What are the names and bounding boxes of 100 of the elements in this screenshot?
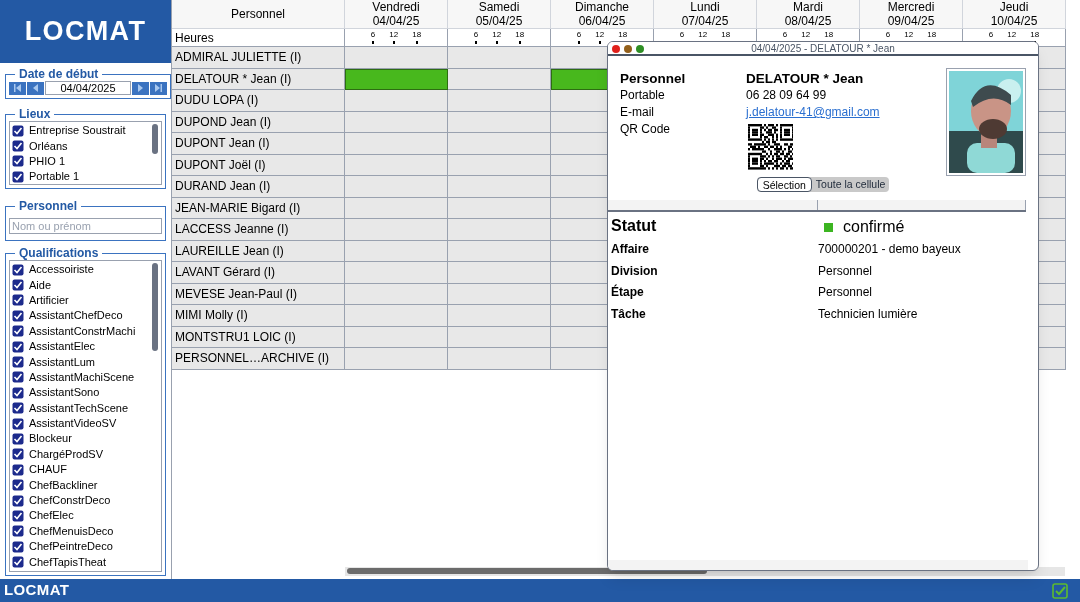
field-label: Portable [620, 87, 666, 104]
segment-tab[interactable]: Sélection [756, 177, 812, 192]
checkbox[interactable] [12, 525, 24, 538]
day-name: Mardi [793, 0, 823, 14]
close-icon[interactable] [612, 45, 620, 53]
window-title: 04/04/2025 - DELATOUR * Jean [751, 42, 895, 56]
checkbox[interactable] [12, 386, 24, 399]
first-arrow-icon [13, 84, 22, 92]
planning-cell[interactable] [345, 262, 448, 284]
hour-tick: 12 [1007, 30, 1017, 39]
day-name: Jeudi [999, 0, 1029, 14]
planning-cell[interactable] [448, 283, 551, 305]
hour-tick: 12 [389, 30, 399, 39]
planning-cell[interactable] [345, 197, 448, 219]
planning-cell[interactable] [345, 47, 448, 69]
hour-tick: 12 [801, 30, 811, 39]
scrollbar-track[interactable] [608, 560, 1028, 570]
checkbox[interactable] [12, 356, 24, 369]
hour-tick: 12 [595, 30, 605, 39]
segment-tab[interactable]: Toute la cellule [811, 177, 890, 192]
checkbox[interactable] [12, 448, 24, 461]
next-arrow-icon [136, 84, 145, 92]
planning-cell[interactable] [448, 219, 551, 241]
search-field[interactable]: Nom ou prénom [9, 218, 162, 235]
planning-cell[interactable] [448, 111, 551, 133]
checkbox[interactable] [12, 340, 24, 353]
scrollbar-thumb[interactable] [152, 124, 158, 154]
planning-cell[interactable] [345, 326, 448, 348]
last-button[interactable] [150, 81, 167, 95]
checkbox[interactable] [12, 417, 24, 430]
planning-cell[interactable] [345, 348, 448, 370]
checkbox[interactable] [12, 140, 24, 153]
detail-label: Tâche [611, 305, 646, 323]
checkbox[interactable] [12, 556, 24, 569]
planning-cell[interactable] [448, 133, 551, 155]
date-field[interactable]: 04/04/2025 [45, 81, 131, 95]
checkbox[interactable] [12, 155, 24, 168]
detail-label: Étape [611, 283, 644, 301]
planning-cell[interactable] [345, 176, 448, 198]
checkbox-label: AssistantLum [29, 356, 96, 368]
email-link[interactable]: j.delatour-41@gmail.com [746, 104, 880, 121]
checkbox[interactable] [12, 124, 24, 137]
checkbox[interactable] [12, 325, 24, 338]
planning-cell[interactable] [448, 47, 551, 69]
day-name: Mercredi [887, 0, 935, 14]
checkbox-label: Aide [29, 279, 52, 291]
day-name: Dimanche [575, 0, 629, 14]
checkbox[interactable] [12, 279, 24, 292]
previous-arrow-icon [31, 84, 40, 92]
planning-cell[interactable] [345, 154, 448, 176]
planning-cell[interactable] [448, 68, 551, 90]
previous-button[interactable] [27, 81, 44, 95]
next-button[interactable] [132, 81, 149, 95]
checkbox[interactable] [12, 294, 24, 307]
planning-cell[interactable] [448, 176, 551, 198]
planning-cell[interactable] [345, 240, 448, 262]
minimize-icon[interactable] [624, 45, 632, 53]
checkbox[interactable] [12, 371, 24, 384]
first-button[interactable] [9, 81, 26, 95]
checkbox[interactable] [12, 433, 24, 445]
planning-cell[interactable] [448, 348, 551, 370]
checkbox[interactable] [12, 494, 24, 507]
hour-tick: 6 [370, 30, 376, 39]
planning-cell[interactable] [448, 197, 551, 219]
planning-cell[interactable] [345, 219, 448, 241]
checkbox[interactable] [12, 540, 24, 553]
planning-cell[interactable] [448, 90, 551, 112]
field-label: QR Code [620, 121, 672, 138]
checkbox[interactable] [12, 509, 24, 522]
planning-cell[interactable] [345, 90, 448, 112]
planning-cell[interactable] [448, 326, 551, 348]
day-name: Samedi [478, 0, 520, 14]
planning-cell[interactable] [345, 111, 448, 133]
field-label: Personnel [620, 70, 687, 87]
planning-cell[interactable] [448, 154, 551, 176]
last-arrow-icon [154, 84, 163, 92]
checkbox-label: Orléans [29, 140, 68, 152]
checkbox-label: Entreprise Soustrait [29, 125, 126, 137]
planning-cell[interactable] [448, 305, 551, 327]
person-name: LAVANT Gérard (I) [172, 262, 345, 284]
checkbox[interactable] [12, 263, 24, 276]
zoom-icon[interactable] [636, 45, 644, 53]
checkbox[interactable] [12, 170, 24, 183]
planning-cell[interactable] [345, 305, 448, 327]
scrollbar-thumb[interactable] [152, 263, 158, 351]
checkbox-label: ChefTapisTheat [29, 556, 107, 568]
group-title: Lieux [18, 108, 52, 121]
checkbox[interactable] [12, 479, 24, 492]
planning-cell[interactable] [448, 240, 551, 262]
checkbox[interactable] [12, 309, 24, 322]
planning-cell[interactable] [345, 283, 448, 305]
checkbox[interactable] [12, 402, 24, 415]
hour-tick: 12 [904, 30, 914, 39]
checkbox[interactable] [12, 463, 24, 476]
checkbox-label: Blockeur [29, 433, 72, 445]
checkbox-label: Accessoiriste [29, 264, 94, 276]
person-name: MONTSTRU1 LOIC (I) [172, 326, 345, 348]
planning-cell[interactable] [345, 133, 448, 155]
planning-cell[interactable] [448, 262, 551, 284]
hour-tick: 12 [492, 30, 502, 39]
